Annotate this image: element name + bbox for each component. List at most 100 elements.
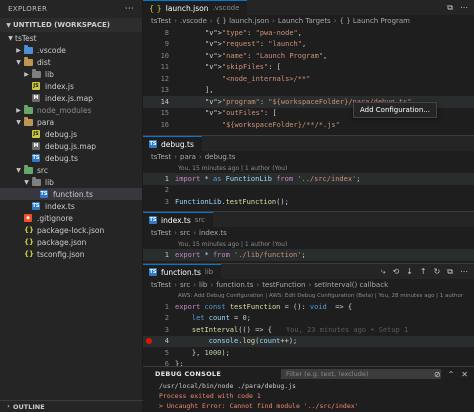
restart-icon[interactable]: ↻	[434, 267, 441, 276]
typescript-file-icon: TS	[149, 140, 157, 148]
line-number: 3	[164, 197, 169, 206]
folder-icon	[23, 165, 33, 175]
code-line[interactable]: 3 FunctionLib.testFunction();	[143, 196, 474, 208]
tree-item[interactable]: ▶ .vscode	[0, 44, 142, 56]
breadcrumb-item[interactable]: Launch Targets	[278, 17, 331, 25]
tab-path: src	[194, 216, 205, 224]
step-into-icon[interactable]: ↓	[406, 267, 413, 276]
tab-bar: { } launch.json .vscode ⧉ ⋯	[143, 0, 474, 15]
split-editor-icon[interactable]: ⧉	[447, 3, 453, 13]
breadcrumb-item[interactable]: setInterval() callback	[314, 281, 388, 289]
tree-item[interactable]: TS function.ts	[0, 188, 142, 200]
tree-item[interactable]: ▶ lib	[0, 68, 142, 80]
maximize-icon[interactable]: ⌃	[448, 370, 455, 379]
line-number: 12	[160, 74, 169, 83]
code-area[interactable]: 1 export * from './lib/function';	[143, 249, 474, 261]
code-line[interactable]: 11 "v">"skipFiles": [	[143, 62, 474, 74]
breadcrumb-item[interactable]: { } launch.json	[216, 17, 269, 25]
outline-section[interactable]: › OUTLINE	[0, 400, 143, 412]
tree-item[interactable]: ▼ lib	[0, 176, 142, 188]
tab-index-ts[interactable]: TS index.ts src	[143, 212, 213, 227]
code-line[interactable]: 2	[143, 185, 474, 197]
breadcrumb-item[interactable]: tsTest	[151, 153, 171, 161]
codelens-meta[interactable]: AWS: Add Debug Configuration | AWS: Edit…	[143, 291, 474, 301]
breadcrumb-item[interactable]: para	[180, 153, 196, 161]
breadcrumb-item[interactable]: tsTest	[151, 281, 171, 289]
code-text: export const testFunction = (): void => …	[175, 302, 353, 311]
code-line[interactable]: 13],	[143, 85, 474, 97]
tree-item[interactable]: ▼ tsTest	[0, 32, 142, 44]
code-line[interactable]: 3 setInterval(() => {You, 23 minutes ago…	[143, 324, 474, 336]
codelens-meta[interactable]: You, 15 minutes ago | 1 author (You)	[143, 239, 474, 249]
breadcrumb-item[interactable]: function.ts	[216, 281, 253, 289]
close-icon[interactable]: ✕	[461, 370, 468, 379]
tree-item[interactable]: ▼ dist	[0, 56, 142, 68]
code-line[interactable]: 2 let count = 0;	[143, 313, 474, 325]
code-line[interactable]: 1 import * as FunctionLib from '../src/in…	[143, 173, 474, 185]
icon-glyph	[31, 69, 41, 78]
icon-glyph	[23, 57, 33, 66]
breadcrumb-item[interactable]: tsTest	[151, 17, 171, 25]
code-line[interactable]: 4 console.log(count++);	[143, 335, 474, 347]
tree-item[interactable]: JS debug.js	[0, 128, 142, 140]
code-area[interactable]: 1 export const testFunction = (): void =>…	[143, 301, 474, 366]
code-line[interactable]: 8 "v">"type": "pwa-node",	[143, 27, 474, 39]
tree-item[interactable]: JS index.js	[0, 80, 142, 92]
tree-item[interactable]: {} package.json	[0, 236, 142, 248]
code-text: "v">"skipFiles": [	[205, 63, 281, 72]
code-line[interactable]: 9 "v">"request": "launch",	[143, 39, 474, 51]
tree-item-label: index.ts	[45, 201, 75, 211]
chevron-down-icon: ▼	[16, 118, 21, 126]
tree-item[interactable]: Mdebug.js.map	[0, 140, 142, 152]
split-editor-icon[interactable]: ⧉	[447, 267, 453, 277]
tree-item[interactable]: ◆ .gitignore	[0, 212, 142, 224]
add-configuration-button[interactable]: Add Configuration...	[353, 102, 437, 118]
tree-item-label: debug.js	[45, 129, 78, 139]
breadcrumb-item[interactable]: src	[180, 281, 190, 289]
code-line[interactable]: 16 "${workspaceFolder}/**/*.js"	[143, 119, 474, 131]
code-line[interactable]: 1 export const testFunction = (): void =>…	[143, 301, 474, 313]
breadcrumb-item[interactable]: debug.ts	[205, 153, 236, 161]
tree-item-label: lib	[45, 69, 54, 79]
step-over-icon[interactable]: ⟲	[392, 267, 399, 276]
ellipsis-icon[interactable]: ⋯	[125, 4, 134, 14]
continue-icon[interactable]: ⤷	[381, 267, 385, 277]
javascript-file-icon: JS	[31, 82, 41, 91]
breadcrumb-item[interactable]: lib	[199, 281, 207, 289]
breadcrumb: tsTest › .vscode ›{ } launch.json › Launch Ta…	[143, 15, 474, 27]
breadcrumb-item[interactable]: src	[180, 229, 190, 237]
code-area[interactable]: 1 import * as FunctionLib from '../src/in…	[143, 173, 474, 208]
tab-launch-json[interactable]: { } launch.json .vscode	[143, 0, 248, 15]
breadcrumb-item[interactable]: { } Launch Program	[340, 17, 410, 25]
code-line[interactable]: 5 }, 1000);	[143, 347, 474, 359]
clear-console-icon[interactable]: ⊘	[434, 370, 441, 379]
tree-item[interactable]: ▼ para	[0, 116, 142, 128]
ellipsis-icon[interactable]: ⋯	[460, 267, 468, 276]
debug-console-filter-input[interactable]: Filter (e.g. text, !exclude)	[281, 369, 441, 379]
code-line[interactable]: 12 "<node_internals>/**"	[143, 73, 474, 85]
breadcrumb-item[interactable]: testFunction	[262, 281, 305, 289]
tree-item[interactable]: TS debug.ts	[0, 152, 142, 164]
ellipsis-icon[interactable]: ⋯	[460, 3, 468, 12]
tree-item[interactable]: {} package-lock.json	[0, 224, 142, 236]
javascript-file-icon: JS	[31, 130, 41, 139]
codelens-meta[interactable]: You, 15 minutes ago | 1 author (You)	[143, 163, 474, 173]
breadcrumb-item[interactable]: tsTest	[151, 229, 171, 237]
breadcrumb-item[interactable]: index.ts	[199, 229, 227, 237]
step-out-icon[interactable]: ↑	[420, 267, 427, 276]
tree-item[interactable]: ▶ node_modules	[0, 104, 142, 116]
code-line[interactable]: 10 "v">"name": "Launch Program",	[143, 50, 474, 62]
code-text: export * from './lib/function';	[175, 250, 306, 259]
tree-item[interactable]: {} tsconfig.json	[0, 248, 142, 260]
tree-item[interactable]: ▼ src	[0, 164, 142, 176]
workspace-header[interactable]: ▼ UNTITLED (WORKSPACE)	[0, 18, 142, 32]
code-line[interactable]: 6};	[143, 359, 474, 366]
tree-item[interactable]: Mindex.js.map	[0, 92, 142, 104]
tab-function-ts[interactable]: TS function.ts lib	[143, 264, 222, 279]
tree-item[interactable]: TS index.ts	[0, 200, 142, 212]
icon-glyph	[23, 105, 33, 114]
tab-debug-ts[interactable]: TS debug.ts	[143, 136, 202, 151]
breadcrumb-item[interactable]: .vscode	[180, 17, 207, 25]
code-line[interactable]: 1 export * from './lib/function';	[143, 249, 474, 261]
code-text: "<node_internals>/**"	[221, 74, 311, 83]
